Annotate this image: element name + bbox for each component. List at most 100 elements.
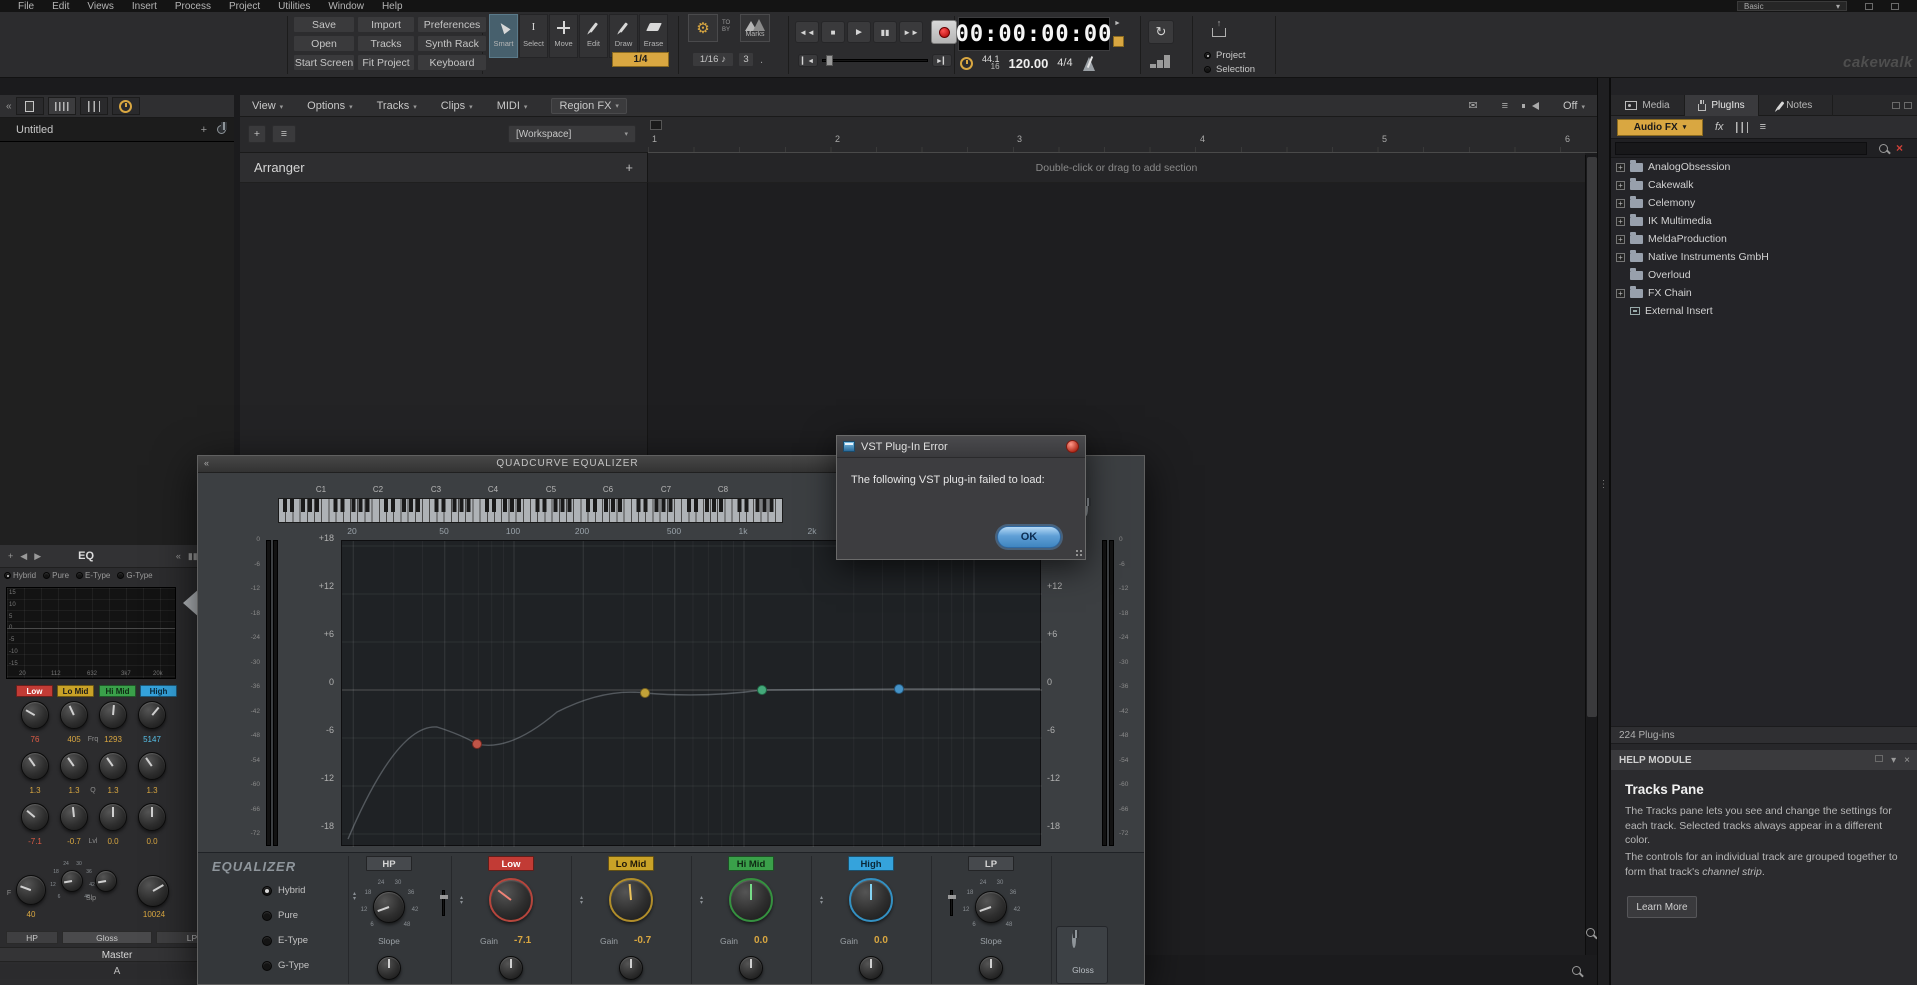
hi-mid-freq-knob[interactable] (739, 956, 763, 980)
zoom-tool-icon[interactable] (1586, 928, 1595, 937)
expand-icon[interactable]: + (1616, 198, 1625, 208)
gloss-button[interactable]: Gloss (62, 931, 152, 944)
menu-edit[interactable]: Edit (52, 1, 69, 12)
low-freq-knob[interactable] (499, 956, 523, 980)
metronome-icon[interactable] (1082, 56, 1096, 71)
hi-mid-band-button[interactable]: Hi Mid (728, 856, 774, 871)
lp-mini-fader[interactable] (948, 890, 956, 916)
piano-keyboard[interactable] (278, 498, 783, 523)
high-gain-knob[interactable] (849, 878, 893, 922)
loop-button[interactable]: ↻ (1148, 20, 1174, 44)
clear-search-icon[interactable]: × (1896, 141, 1903, 155)
plugin-category-select[interactable]: Audio FX ▾ (1617, 118, 1703, 136)
menu-window[interactable]: Window (328, 1, 364, 12)
high-band-node[interactable] (894, 684, 904, 694)
eq-mode-etype-radio[interactable]: E-Type (262, 935, 308, 946)
region-fx-menu[interactable]: Region FX ▾ (551, 97, 627, 114)
anchor-icon[interactable]: + (8, 551, 13, 561)
lp-freq-knob[interactable] (137, 875, 169, 907)
expand-icon[interactable]: + (1616, 180, 1625, 190)
menu-help[interactable]: Help (382, 1, 403, 12)
learn-more-button[interactable]: Learn More (1627, 896, 1697, 918)
dock-icon[interactable] (1892, 101, 1900, 109)
resize-grip[interactable] (1075, 549, 1083, 557)
layout-icon[interactable] (1735, 121, 1748, 133)
help-close-icon[interactable]: × (1904, 755, 1910, 766)
tree-item-external-insert[interactable]: External Insert (1611, 302, 1917, 320)
mode-hybrid-radio[interactable]: Hybrid (4, 571, 36, 580)
low-stepper[interactable]: ▴ ▾ (460, 895, 463, 906)
high-freq-knob[interactable] (859, 956, 883, 980)
views-tab[interactable] (15, 97, 44, 115)
gloss-power-button[interactable] (1072, 932, 1076, 948)
low-band-button[interactable]: Low (16, 685, 53, 697)
dialog-close-button[interactable] (1066, 440, 1079, 453)
menu-views[interactable]: Views (87, 1, 114, 12)
low-band-node[interactable] (472, 739, 482, 749)
menu-insert[interactable]: Insert (132, 1, 157, 12)
hi-mid-level-knob[interactable] (99, 803, 127, 831)
collapse-module-icon[interactable]: « (176, 551, 181, 561)
mode-pure-radio[interactable]: Pure (43, 571, 69, 580)
window-minimize-icon[interactable] (1865, 2, 1873, 10)
step-sequencer-icon[interactable] (1150, 54, 1172, 68)
low-q-knob[interactable] (21, 752, 49, 780)
hp-slope-knob[interactable] (61, 870, 83, 892)
track-view-tab[interactable] (47, 97, 76, 115)
view-menu[interactable]: View ▾ (252, 100, 283, 112)
search-input[interactable] (1615, 142, 1867, 155)
midi-menu[interactable]: MIDI ▾ (497, 100, 528, 112)
scope-project-radio[interactable]: Project (1204, 50, 1246, 61)
hi-mid-band-node[interactable] (757, 685, 767, 695)
hi-mid-q-knob[interactable] (99, 752, 127, 780)
low-level-knob[interactable] (21, 803, 49, 831)
hp-freq-knob[interactable] (16, 875, 46, 905)
position-slider-thumb[interactable] (826, 55, 833, 66)
stop-button[interactable]: ■ (821, 21, 845, 43)
zoom-out-icon[interactable] (1572, 966, 1582, 975)
low-gain-knob[interactable] (489, 878, 533, 922)
snap-toggle-button[interactable]: ⚙ (688, 14, 718, 42)
tree-item-native-instruments[interactable]: + Native Instruments GmbH (1611, 248, 1917, 266)
export-button[interactable]: ↑ (1212, 18, 1226, 37)
low-band-button[interactable]: Low (488, 856, 534, 871)
hp-filter-button[interactable]: HP (6, 931, 58, 944)
now-time-marker[interactable] (650, 120, 662, 130)
record-button[interactable] (931, 20, 957, 44)
help-dock-icon[interactable] (1875, 754, 1884, 762)
window-restore-icon[interactable] (1891, 2, 1899, 10)
high-band-button[interactable]: High (848, 856, 894, 871)
expand-icon[interactable]: + (1616, 216, 1625, 226)
arranger-track-row[interactable]: Double-click or drag to add section (648, 153, 1585, 183)
console-view-tab[interactable] (79, 97, 108, 115)
snap-duration-button[interactable]: 1/4 (612, 52, 669, 67)
options-menu[interactable]: Options ▾ (307, 100, 352, 112)
fx-icon[interactable]: fx (1715, 121, 1724, 133)
window-menu-icon[interactable]: « (204, 458, 209, 468)
add-arranger-track-button[interactable]: + (248, 125, 266, 143)
timeline-ruler[interactable]: 1 2 3 4 5 6 (648, 133, 1597, 153)
eq-mode-pure-radio[interactable]: Pure (262, 910, 298, 921)
lp-band-button[interactable]: LP (968, 856, 1014, 871)
lo-mid-q-knob[interactable] (60, 752, 88, 780)
search-icon[interactable] (1879, 143, 1888, 153)
dialog-titlebar[interactable]: VST Plug-In Error (837, 436, 1085, 458)
lp-slope-knob[interactable] (975, 891, 1007, 923)
tree-item-celemony[interactable]: + Celemony (1611, 194, 1917, 212)
tempo-display[interactable]: 120.00 (1009, 56, 1049, 71)
select-tool-button[interactable]: I Select (519, 14, 548, 58)
hp-freq-knob[interactable] (377, 956, 401, 980)
open-button[interactable]: Open (293, 35, 355, 52)
mode-etype-radio[interactable]: E-Type (76, 571, 110, 580)
lp-freq-knob[interactable] (979, 956, 1003, 980)
lo-mid-band-button[interactable]: Lo Mid (608, 856, 654, 871)
clips-vertical-scrollbar[interactable] (1585, 155, 1597, 955)
menu-project[interactable]: Project (229, 1, 260, 12)
high-q-knob[interactable] (138, 752, 166, 780)
low-freq-knob[interactable] (21, 701, 49, 729)
hi-mid-stepper[interactable]: ▴ ▾ (700, 895, 703, 906)
play-button[interactable]: ► (847, 21, 871, 43)
eq-window-titlebar[interactable]: « QUADCURVE EQUALIZER × (198, 456, 937, 473)
menu-utilities[interactable]: Utilities (278, 1, 310, 12)
time-display-expand-icon[interactable]: ► (1114, 20, 1121, 27)
